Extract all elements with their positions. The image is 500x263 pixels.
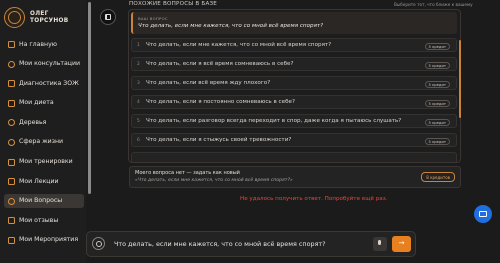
- sidebar-toggle-button[interactable]: [100, 9, 116, 25]
- question-select-button[interactable]: 5 кредит: [424, 99, 450, 107]
- sidebar-item-label: Мои отзывы: [19, 216, 59, 224]
- chat-support-button[interactable]: [474, 205, 492, 223]
- question-number: 2: [137, 61, 140, 67]
- section-hint: Выберите тот, что ближе к вашему: [394, 2, 473, 7]
- sidebar-item-label: Мои тренировки: [19, 158, 73, 166]
- brand-line-2: ТОРСУНОВ: [30, 17, 69, 24]
- question-select-button[interactable]: 5 кредит: [424, 80, 450, 88]
- home-icon: [7, 40, 15, 48]
- ask-new-question-card[interactable]: Моего вопроса нет — задать как новый «Чт…: [129, 166, 461, 188]
- ask-new-title: Моего вопроса нет — задать как новый: [135, 170, 240, 176]
- question-row[interactable]: 5 Что делать, если разговор всегда перех…: [131, 114, 457, 128]
- question-text: Что делать, если всё время жду плохого?: [146, 80, 271, 86]
- question-number: 4: [137, 99, 140, 105]
- question-number: 3: [137, 80, 140, 86]
- sidebar-item-home[interactable]: На главную: [4, 37, 84, 51]
- chat-icon: [479, 211, 487, 217]
- question-row[interactable]: 1 Что делать, если мне кажется, что со м…: [131, 38, 457, 52]
- question-row[interactable]: 6 Что делать, если я стыжусь своей трево…: [131, 133, 457, 147]
- question-select-button[interactable]: 5 кредит: [424, 42, 450, 50]
- selected-question-card: ВАШ ВОПРОС Что делать, если мне кажется,…: [131, 12, 457, 34]
- question-text: Что делать, если мне кажется, что со мно…: [146, 42, 332, 48]
- calendar-icon: [7, 236, 15, 244]
- question-select-button[interactable]: 5 кредит: [424, 137, 450, 145]
- brand-line-1: ОЛЕГ: [30, 10, 49, 17]
- sidebar-item-label: Мои консультации: [19, 60, 80, 68]
- question-number: 6: [137, 137, 140, 143]
- ask-new-quote: «Что делать, если мне кажется, что со мн…: [135, 178, 293, 183]
- question-text: Что делать, если разговор всегда переход…: [146, 118, 402, 124]
- sidebar-toggle-icon: [105, 14, 111, 20]
- sidebar-item-label: Деревья: [19, 118, 47, 126]
- question-row[interactable]: 2 Что делать, если я всё время сомневаюс…: [131, 57, 457, 71]
- sidebar-item-diagnostics[interactable]: Диагностика ЗОЖ: [4, 76, 84, 90]
- question-number: 5: [137, 118, 140, 124]
- sidebar-item-label: Мои Вопросы: [19, 197, 63, 205]
- section-title: ПОХОЖИЕ ВОПРОСЫ В БАЗЕ: [129, 1, 218, 7]
- dumbbell-icon: [7, 158, 15, 166]
- sphere-icon: [7, 138, 15, 146]
- sidebar-item-label: Диагностика ЗОЖ: [19, 79, 79, 87]
- question-select-button[interactable]: 5 кредит: [424, 61, 450, 69]
- selected-question-text: Что делать, если мне кажется, что со мно…: [138, 23, 324, 29]
- diet-icon: [7, 99, 15, 107]
- play-icon: [7, 177, 15, 186]
- sidebar-item-label: Мои диета: [19, 99, 54, 107]
- questions-scrollbar[interactable]: [459, 40, 461, 118]
- question-text: Что делать, если я постоянно сомневаюсь …: [146, 99, 295, 105]
- sidebar-item-workouts[interactable]: Мои тренировки: [4, 155, 84, 169]
- history-icon[interactable]: [92, 237, 105, 250]
- microphone-button[interactable]: [373, 237, 387, 251]
- logo-icon: [4, 7, 25, 28]
- heartbeat-icon: [7, 79, 15, 88]
- question-text: Что делать, если я стыжусь своей тревожн…: [146, 137, 292, 143]
- sidebar-scrollbar[interactable]: [88, 2, 91, 194]
- question-input-bar: Что делать, если мне кажется, что со мно…: [86, 231, 416, 257]
- app-window: ОЛЕГ ТОРСУНОВ На главную Мои консультаци…: [0, 0, 500, 263]
- sidebar-item-label: Сфера жизни: [19, 138, 64, 146]
- sidebar-item-consultations[interactable]: Мои консультации: [4, 57, 84, 71]
- tree-icon: [7, 118, 15, 127]
- ask-new-button[interactable]: 8 кредитов: [421, 172, 455, 182]
- question-row[interactable]: 3 Что делать, если всё время жду плохого…: [131, 76, 457, 90]
- question-icon: [7, 197, 15, 205]
- sidebar-item-label: Мои Мероприятия: [19, 236, 79, 244]
- brand[interactable]: ОЛЕГ ТОРСУНОВ: [4, 7, 68, 28]
- selected-question-label: ВАШ ВОПРОС: [138, 16, 168, 21]
- sidebar-item-trees[interactable]: Деревья: [4, 115, 84, 129]
- review-icon: [7, 216, 15, 225]
- sidebar-item-diet[interactable]: Мои диета: [4, 96, 84, 110]
- question-number: 1: [137, 42, 140, 48]
- sidebar-item-label: На главную: [19, 40, 57, 48]
- brand-name: ОЛЕГ ТОРСУНОВ: [30, 11, 68, 25]
- question-select-button[interactable]: 5 кредит: [424, 118, 450, 126]
- sidebar-item-lectures[interactable]: Мои Лекции: [4, 174, 84, 188]
- sidebar-item-life-sphere[interactable]: Сфера жизни: [4, 135, 84, 149]
- send-button[interactable]: →: [392, 236, 411, 252]
- sidebar: ОЛЕГ ТОРСУНОВ На главную Мои консультаци…: [0, 0, 86, 263]
- chat-icon: [7, 60, 15, 68]
- similar-questions-panel: ВАШ ВОПРОС Что делать, если мне кажется,…: [128, 9, 461, 163]
- question-row[interactable]: 4 Что делать, если я постоянно сомневаюс…: [131, 95, 457, 109]
- question-row-partial[interactable]: [131, 152, 457, 162]
- sidebar-item-events[interactable]: Мои Мероприятия: [4, 233, 84, 247]
- error-message: Не удалось получить ответ. Попробуйте ещ…: [240, 196, 388, 202]
- sidebar-nav: На главную Мои консультации Диагностика …: [4, 37, 84, 253]
- sidebar-item-label: Мои Лекции: [19, 177, 59, 185]
- question-text: Что делать, если я всё время сомневаюсь …: [146, 61, 294, 67]
- question-input[interactable]: Что делать, если мне кажется, что со мно…: [114, 240, 326, 248]
- sidebar-item-questions[interactable]: Мои Вопросы: [4, 193, 84, 208]
- sidebar-item-reviews[interactable]: Мои отзывы: [4, 213, 84, 227]
